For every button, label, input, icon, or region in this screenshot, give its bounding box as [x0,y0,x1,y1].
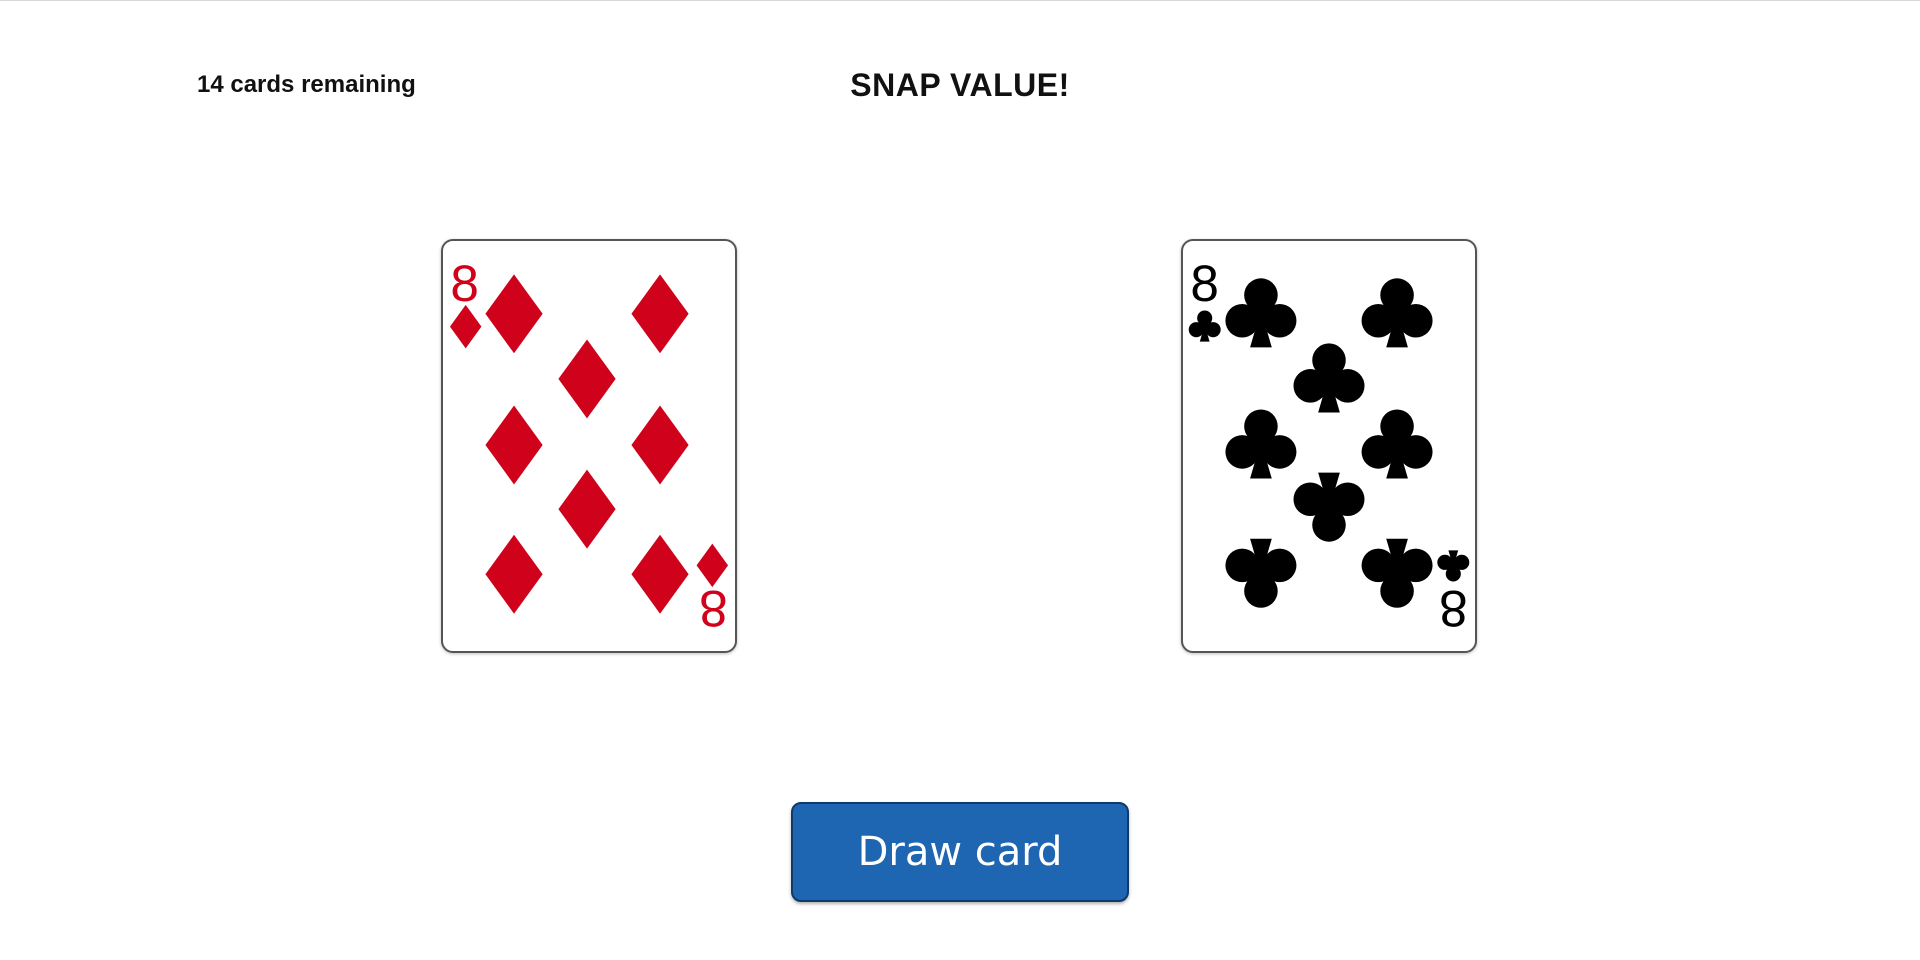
draw-card-button[interactable]: Draw card [791,802,1129,902]
club-pip-icon [1361,278,1433,348]
card-rank-bottom: 8 [1439,580,1468,637]
card-pips [485,274,689,614]
diamond-pip-icon [485,274,543,354]
club-suit-icon [1437,550,1470,582]
club-suit-icon [1188,310,1221,342]
club-pip-icon [1361,409,1433,479]
club-pip-icon [1225,278,1297,348]
playing-card-right: 8 8 [1181,239,1477,653]
club-pip-icon [1293,343,1365,413]
card-rank-bottom: 8 [699,580,728,637]
corner-top-left: 8 [449,255,482,349]
diamond-pip-icon [485,405,543,485]
club-pip-icon [1361,538,1433,608]
diamond-pip-icon [631,534,689,614]
corner-bottom-right: 8 [696,543,729,637]
eight-of-diamonds: 8 8 [449,255,729,637]
eight-of-clubs: 8 8 [1188,255,1470,637]
diamond-pip-icon [631,405,689,485]
diamond-pip-icon [558,469,616,549]
cards-remaining-text: 14 cards remaining [197,71,416,98]
card-rank-top: 8 [450,255,479,312]
card-rank-top: 8 [1190,255,1219,312]
corner-bottom-right: 8 [1437,550,1470,637]
club-pip-icon [1225,538,1297,608]
diamond-pip-icon [631,274,689,354]
diamond-pip-icon [485,534,543,614]
game-screen: 14 cards remaining SNAP VALUE! 8 8 8 8 D… [0,0,1920,960]
club-pip-icon [1225,409,1297,479]
card-pips [1225,278,1433,608]
game-title: SNAP VALUE! [850,67,1070,103]
corner-top-left: 8 [1188,255,1221,342]
diamond-pip-icon [558,339,616,419]
playing-card-left: 8 8 [441,239,737,653]
club-pip-icon [1293,472,1365,542]
